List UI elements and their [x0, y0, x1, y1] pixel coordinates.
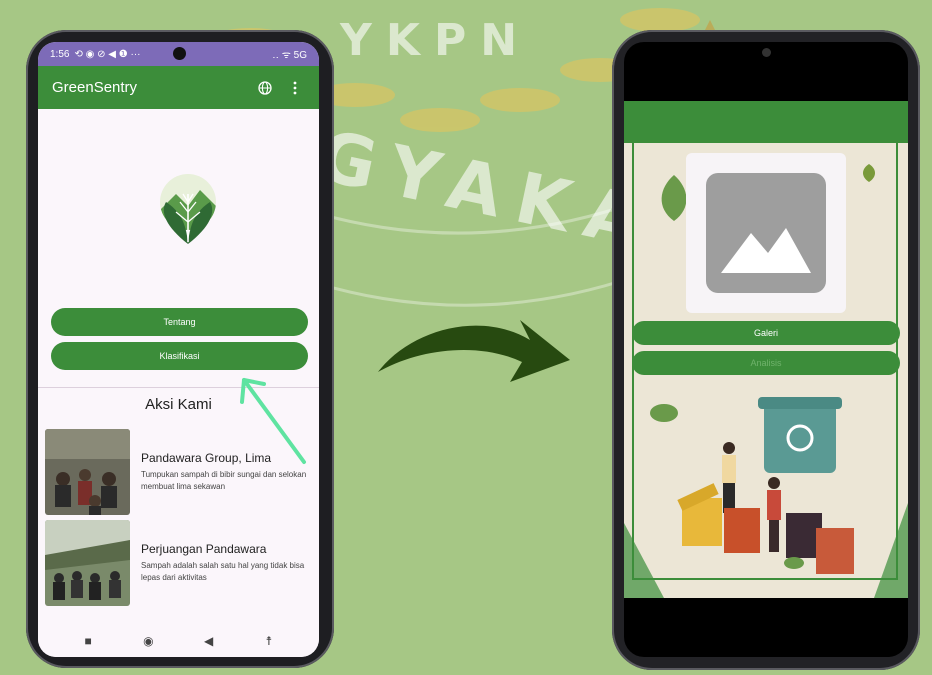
klasifikasi-button[interactable]: Klasifikasi: [51, 342, 308, 370]
more-vert-icon[interactable]: [285, 78, 305, 98]
camera-hole: [762, 48, 771, 57]
app-logo: [160, 174, 216, 244]
status-time: 1:56: [50, 48, 70, 60]
card-description: Tumpukan sampah di bibir sungai dan selo…: [141, 470, 307, 491]
card-title: Perjuangan Pandawara: [141, 542, 267, 556]
back-button[interactable]: ◀: [199, 631, 219, 651]
card-thumbnail: [45, 520, 130, 606]
phone-right-screen: Galeri Analisis: [624, 42, 908, 657]
analisis-button[interactable]: Analisis: [632, 351, 900, 375]
content-area: Galeri Analisis: [624, 143, 908, 598]
recycling-illustration: [624, 397, 908, 598]
home-button[interactable]: ◉: [138, 631, 158, 651]
list-item[interactable]: Perjuangan Pandawara Sampah adalah salah…: [45, 520, 313, 606]
image-icon: [706, 173, 826, 293]
tentang-button[interactable]: Tentang: [51, 308, 308, 336]
phone-left-screen: 1:56 ⟲ ◉ ⊘ ◀ ❶ ··· ‥ ᯤ 5G GreenSentry Te…: [38, 42, 319, 657]
globe-icon[interactable]: [255, 78, 275, 98]
transition-arrow-icon: [378, 320, 570, 382]
galeri-button[interactable]: Galeri: [632, 321, 900, 345]
app-title: GreenSentry: [52, 79, 138, 96]
accessibility-button[interactable]: ☨: [259, 631, 279, 651]
app-bar: GreenSentry: [38, 66, 319, 109]
recents-button[interactable]: ■: [78, 631, 98, 651]
image-card[interactable]: [686, 153, 846, 313]
card-thumbnail: [45, 429, 130, 515]
card-description: Sampah adalah salah satu hal yang tidak …: [141, 561, 305, 582]
leaf-icon: [863, 164, 875, 182]
status-notification-icons: ⟲ ◉ ⊘ ◀ ❶ ···: [74, 48, 141, 60]
status-system-icons: ‥ ᯤ 5G: [272, 50, 307, 61]
pointer-arrow-icon: [240, 378, 306, 464]
system-nav-bar: ■ ◉ ◀ ☨: [38, 625, 319, 657]
camera-hole: [173, 47, 186, 60]
app-bar: [624, 101, 908, 143]
